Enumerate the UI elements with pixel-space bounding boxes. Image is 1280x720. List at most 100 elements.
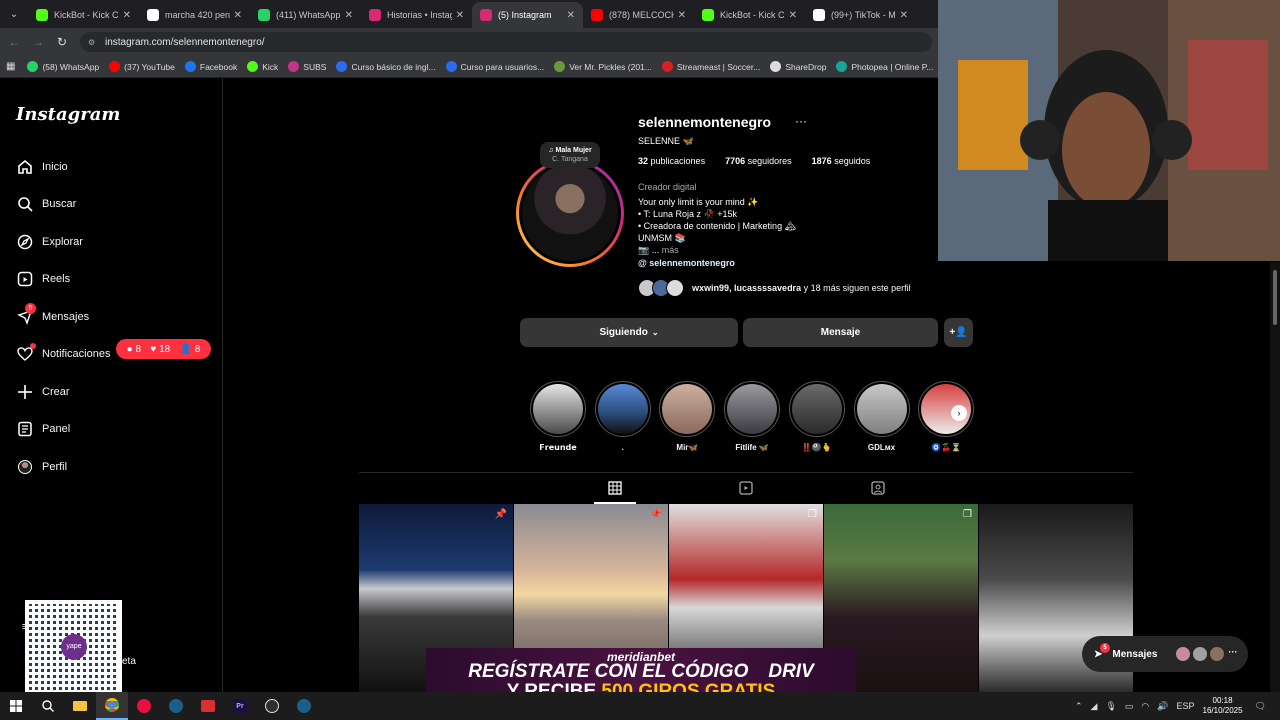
apps-grid-icon[interactable]: ▦ xyxy=(6,61,15,72)
clock[interactable]: 00:18 16/10/2025 xyxy=(1203,696,1243,716)
browser-tab[interactable]: Historias • Instagram ✕ xyxy=(361,2,472,28)
back-icon[interactable]: ← xyxy=(2,35,26,49)
bookmark-item[interactable]: Facebook xyxy=(184,61,237,72)
notification-summary-pill[interactable]: ● 8 ♥ 18 👤 8 xyxy=(116,339,211,359)
search-icon[interactable] xyxy=(32,692,64,720)
close-icon[interactable]: ✕ xyxy=(900,10,908,21)
sidebar-item-panel[interactable]: Panel xyxy=(16,420,70,438)
network-icon[interactable]: ◢ xyxy=(1091,701,1098,712)
chrome-icon[interactable] xyxy=(96,692,128,720)
browser-tab[interactable]: marcha 420 peru ✕ xyxy=(139,2,250,28)
notifications-icon[interactable]: 🗨 xyxy=(1255,701,1266,712)
windows-start-icon[interactable] xyxy=(0,692,32,720)
address-bar[interactable]: ⚙ instagram.com/selennemontenegro/ xyxy=(80,32,932,52)
browser-tab[interactable]: KickBot - Kick Chat ✕ xyxy=(694,2,805,28)
close-icon[interactable]: ✕ xyxy=(123,10,131,21)
following-button[interactable]: Siguiendo ⌄ xyxy=(520,318,738,347)
followers-count[interactable]: 7706 seguidores xyxy=(725,156,802,166)
story-highlight[interactable]: ‼️🎱🫰 xyxy=(788,381,845,452)
more-options-icon[interactable]: ··· xyxy=(795,114,807,128)
wifi-icon[interactable]: ◠ xyxy=(1141,701,1149,712)
close-icon[interactable]: ✕ xyxy=(789,10,797,21)
bio-line: • Creadora de contenido | Marketing 🏔 xyxy=(638,221,796,231)
bookmark-item[interactable]: Curso básico de ingl... xyxy=(336,61,436,72)
sidebar-item-inicio[interactable]: Inicio xyxy=(16,158,68,176)
sidebar-item-explorar[interactable]: Explorar xyxy=(16,233,83,251)
close-icon[interactable]: ✕ xyxy=(234,10,242,21)
mic-icon[interactable]: 🎙 xyxy=(1105,701,1116,712)
tab-favicon-icon xyxy=(147,9,159,21)
highlight-label: . xyxy=(621,443,624,452)
tab-favicon-icon xyxy=(591,9,603,21)
grid-icon[interactable] xyxy=(605,478,625,498)
followed-by[interactable]: wxwin99, lucassssavedra y 18 más siguen … xyxy=(638,279,911,297)
sidebar-item-perfil[interactable]: Perfil xyxy=(16,458,67,476)
profile-note[interactable]: ♫ Mala Mujer C. Tangana xyxy=(540,142,600,168)
steam-icon[interactable] xyxy=(160,692,192,720)
reload-icon[interactable]: ↻ xyxy=(50,35,74,49)
messages-drawer-button[interactable]: ➤ 5 Mensajes ··· xyxy=(1082,636,1248,672)
tab-search-icon[interactable]: ⌄ xyxy=(0,0,28,28)
comment-count-value: 8 xyxy=(135,343,142,355)
chevron-up-icon[interactable]: ⌃ xyxy=(1075,701,1083,712)
close-icon[interactable]: ✕ xyxy=(567,10,575,21)
posts-count: 32 publicaciones xyxy=(638,156,706,166)
sidebar-item-label: Explorar xyxy=(42,236,83,248)
browser-tab[interactable]: (411) WhatsApp ✕ xyxy=(250,2,361,28)
bookmark-item[interactable]: Curso para usuarios... xyxy=(445,61,544,72)
close-icon[interactable]: ✕ xyxy=(678,10,686,21)
app-icon[interactable] xyxy=(192,692,224,720)
story-highlight[interactable]: . xyxy=(594,381,651,452)
premiere-icon[interactable]: Pr xyxy=(224,692,256,720)
browser-tab[interactable]: KickBot - Kick Chat ✕ xyxy=(28,2,139,28)
bookmark-item[interactable]: Photopea | Online P... xyxy=(836,61,933,72)
page-scrollbar[interactable] xyxy=(1270,262,1280,692)
highlight-label: GDLᴍx xyxy=(867,443,896,452)
chevron-right-icon[interactable]: › xyxy=(951,405,967,421)
sidebar-item-reels[interactable]: Reels xyxy=(16,270,70,288)
sidebar-more-label[interactable]: eta xyxy=(122,656,136,667)
display-icon[interactable]: ▭ xyxy=(1125,701,1134,712)
bookmark-item[interactable]: SUBS xyxy=(288,61,326,72)
steam-icon[interactable] xyxy=(288,692,320,720)
site-info-icon[interactable]: ⚙ xyxy=(88,38,97,47)
followed-by-names: wxwin99, lucassssavedra xyxy=(692,283,802,293)
story-highlight[interactable]: GDLᴍx xyxy=(853,381,910,452)
close-icon[interactable]: ✕ xyxy=(456,10,464,21)
volume-icon[interactable]: 🔊 xyxy=(1157,701,1168,712)
tagged-icon[interactable] xyxy=(868,478,888,498)
bookmark-item[interactable]: Streameast | Soccer... xyxy=(661,61,760,72)
bookmark-item[interactable]: Ver Mr. Pickles (201... xyxy=(554,61,652,72)
obs-icon[interactable] xyxy=(256,692,288,720)
browser-tab[interactable]: (5) Instagram ✕ xyxy=(472,2,583,28)
following-count[interactable]: 1876 seguidos xyxy=(812,156,881,166)
add-user-icon[interactable]: +👤 xyxy=(944,318,973,347)
bio-more-link[interactable]: más xyxy=(662,245,679,255)
story-highlight[interactable]: 𝗙𝗿𝗲𝘂𝗻𝗱𝗲 xyxy=(530,381,586,452)
media-player-icon[interactable] xyxy=(128,692,160,720)
instagram-logo[interactable]: Instagram xyxy=(16,104,120,125)
bookmark-item[interactable]: ShareDrop xyxy=(770,61,826,72)
message-button[interactable]: Mensaje xyxy=(743,318,938,347)
file-explorer-icon[interactable] xyxy=(64,692,96,720)
sidebar-item-buscar[interactable]: Buscar xyxy=(16,195,76,213)
bookmark-item[interactable]: (37) YouTube xyxy=(109,61,175,72)
highlight-label: 𝗙𝗿𝗲𝘂𝗻𝗱𝗲 xyxy=(539,443,577,452)
language-indicator[interactable]: ESP xyxy=(1177,701,1195,711)
reels-tab-icon[interactable] xyxy=(736,478,756,498)
browser-tab[interactable]: (99+) TikTok - Mak ✕ xyxy=(805,2,916,28)
sidebar-item-notificaciones[interactable]: Notificaciones xyxy=(16,343,110,363)
profile-avatar[interactable] xyxy=(516,159,624,267)
browser-tab[interactable]: (878) MELCOCHITA ✕ xyxy=(583,2,694,28)
forward-icon[interactable]: → xyxy=(26,35,50,49)
story-highlight[interactable]: Mir🦋 xyxy=(659,381,716,452)
close-icon[interactable]: ✕ xyxy=(345,10,353,21)
sidebar-item-crear[interactable]: Crear xyxy=(16,383,70,401)
bookmark-item[interactable]: (58) WhatsApp xyxy=(27,61,99,72)
bookmark-label: Curso básico de ingl... xyxy=(351,61,436,72)
story-highlight[interactable]: Fitlife 🦋 xyxy=(724,381,781,452)
bookmark-item[interactable]: Kick xyxy=(247,61,278,72)
sidebar-item-label: Perfil xyxy=(42,461,68,473)
threads-profile-link[interactable]: @ selennemontenegro xyxy=(638,258,735,268)
sidebar-item-mensajes[interactable]: 5 Mensajes xyxy=(16,303,89,326)
